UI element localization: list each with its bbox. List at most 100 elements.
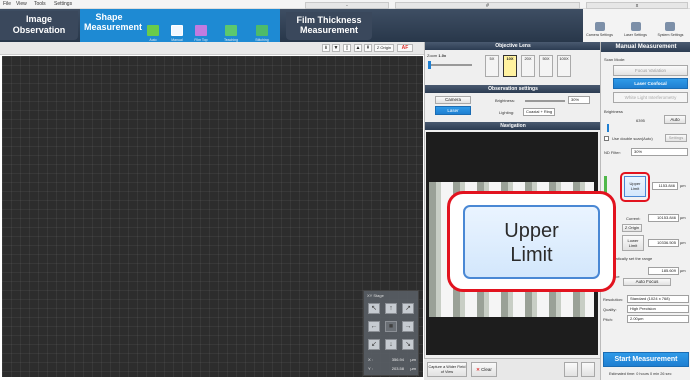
tab-film-thickness[interactable]: Film Thickness Measurement [286,12,372,40]
zoom-in-icon[interactable] [564,362,578,377]
arrow-ne-icon[interactable]: ↗ [402,303,414,314]
x-unit: µm [410,357,416,362]
lower-limit-button[interactable]: Lower Limit [622,235,644,251]
arrow-right-icon[interactable]: → [402,321,414,332]
current-unit: µm [680,215,686,220]
laser-settings-label[interactable]: Laser Settings [618,33,653,37]
lighting-label: Lighting: [499,110,515,115]
nd-filter-dropdown[interactable]: 30% [631,148,688,156]
double-scan-label: Use double scan(Auto) [612,136,653,141]
settings-toolbar: Camera Settings Laser Settings System Se… [583,9,690,42]
y-value: 203.58 [391,366,404,371]
close-button[interactable]: x [586,2,688,9]
tab-label: Film Thickness Measurement [296,15,362,35]
maximize-button[interactable]: # [395,2,580,9]
lens-label: 100X [559,56,569,61]
zoom-slider-thumb[interactable] [428,61,431,69]
white-light-button[interactable]: White Light Interferometry [613,92,688,103]
camera-settings-icon[interactable] [595,22,605,31]
lighting-dropdown[interactable]: Coaxial + Ring [523,108,555,116]
zoom-text: Zoom [427,53,438,58]
measurement-brightness-label: Brightness [604,109,623,114]
stitching-icon[interactable] [256,25,268,36]
autofocus-button[interactable]: AF [397,44,413,52]
lens-10x[interactable]: 10X [503,55,517,77]
laser-confocal-button[interactable]: Laser Confocal [613,78,688,89]
current-label: Current: [626,216,641,221]
arrow-sw-icon[interactable]: ↙ [368,339,380,350]
auto-icon[interactable] [147,25,159,36]
zoom-slider[interactable] [428,61,472,69]
capture-wider-button[interactable]: Capture a Wider Field of View [427,362,467,377]
system-settings-icon[interactable] [665,22,675,31]
upper-limit-button[interactable]: Upper Limit [624,176,646,197]
stage-center-icon[interactable]: ■ [385,321,397,332]
move-up-fast-icon[interactable]: ⇞ [364,44,372,52]
lens-50x[interactable]: 50X [539,55,553,77]
menu-file[interactable]: File [3,1,11,7]
current-value: 10153.846 [648,214,679,222]
brightness-slider[interactable] [525,100,565,102]
scan-mode-label: Scan Mode: [604,57,626,62]
auto-focus-button[interactable]: Auto Focus [623,278,671,286]
y-unit: µm [410,366,416,371]
move-down-fast-icon[interactable]: ⇟ [322,44,330,52]
camera-button[interactable]: Camera [435,96,471,104]
focus-variation-button[interactable]: Focus Variation [613,65,688,76]
feed-distance-input[interactable]: 185.609 [648,267,679,275]
resolution-label: Resolution: [603,297,624,302]
camera-settings-label[interactable]: Camera Settings [582,33,617,37]
callout-line2: Limit [510,244,553,266]
brightness-auto-button[interactable]: Auto [664,115,686,124]
move-down-icon[interactable]: ▼ [332,44,340,52]
lens-label: 5X [489,56,495,61]
measurement-brightness-value: 6395 [636,118,645,123]
y-label: Y : [368,366,373,371]
lens-5x[interactable]: 5X [485,55,499,77]
film-top-icon[interactable] [195,25,207,36]
tab-label: Image Observation [12,14,66,35]
clear-button[interactable]: ✕ Clear [471,362,497,377]
tab-label: Shape Measurement [84,12,143,32]
resolution-dropdown[interactable]: Standard (1024 x 768) [627,295,689,303]
quality-dropdown[interactable]: High Precision [627,305,689,313]
zoom-value: 1.0x [438,53,447,58]
x-value: 356.94 [391,357,404,362]
menu-tools[interactable]: Tools [34,1,46,7]
upper-limit-callout-button[interactable]: Upper Limit [463,205,600,279]
z-origin-panel-button[interactable]: Z Origin [622,224,642,232]
tab-image-observation[interactable]: Image Observation [0,11,78,40]
double-scan-checkbox[interactable] [604,136,609,141]
lens-20x[interactable]: 20X [521,55,535,77]
menu-settings[interactable]: Settings [54,1,72,7]
arrow-nw-icon[interactable]: ↖ [368,303,380,314]
arrow-up-icon[interactable]: ↑ [385,303,397,314]
laser-settings-icon[interactable] [631,22,641,31]
zoom-out-icon[interactable] [581,362,595,377]
arrow-se-icon[interactable]: ↘ [402,339,414,350]
teaching-icon[interactable] [225,25,237,36]
minimize-button[interactable]: - [305,2,389,9]
brightness-slider-thumb[interactable] [607,124,609,132]
arrow-down-icon[interactable]: ↓ [385,339,397,350]
image-viewer[interactable] [2,56,423,377]
measurement-header: Manual Measurement [601,42,690,52]
laser-button[interactable]: Laser [435,106,471,115]
move-up-icon[interactable]: ▲ [354,44,362,52]
pitch-dropdown[interactable]: 2.00µm [627,315,689,323]
manual-icon[interactable] [171,25,183,36]
system-settings-label[interactable]: System Settings [653,33,688,37]
nd-filter-label: ND Filter: [604,150,621,155]
stop-icon[interactable]: ▯ [343,44,351,52]
menu-view[interactable]: View [16,1,27,7]
clear-icon: ✕ [476,367,480,372]
arrow-left-icon[interactable]: ← [368,321,380,332]
start-measurement-button[interactable]: Start Measurement [603,352,689,367]
lower-limit-input[interactable]: 10336.505 [648,239,679,247]
z-origin-button[interactable]: Z Origin [374,44,394,52]
lens-100x[interactable]: 100X [557,55,571,77]
brightness-dropdown[interactable]: 30% [568,96,590,104]
double-scan-settings-button[interactable]: Settings [665,134,687,142]
view-toolbar: ⇟ ▼ ▯ ▲ ⇞ Z Origin AF [0,42,424,55]
upper-limit-input[interactable]: 1153.846 [652,182,678,190]
